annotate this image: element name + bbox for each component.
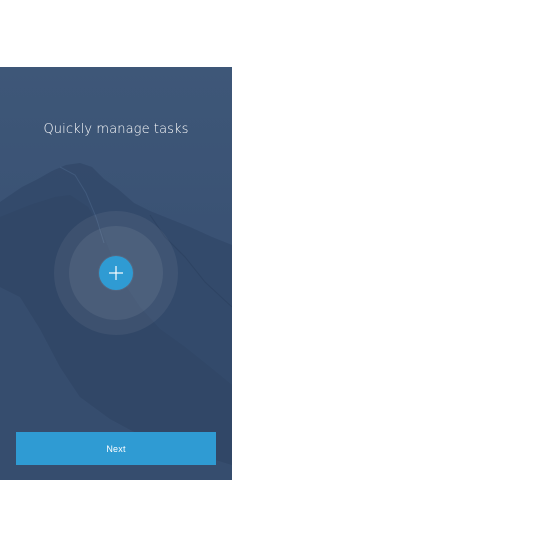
next-button[interactable]: Next — [16, 432, 216, 465]
onboarding-title: Quickly manage tasks — [43, 122, 189, 137]
onboarding-screen: Quickly manage tasks Next — [0, 67, 232, 480]
add-task-button[interactable] — [99, 256, 133, 290]
plus-icon — [109, 266, 123, 280]
